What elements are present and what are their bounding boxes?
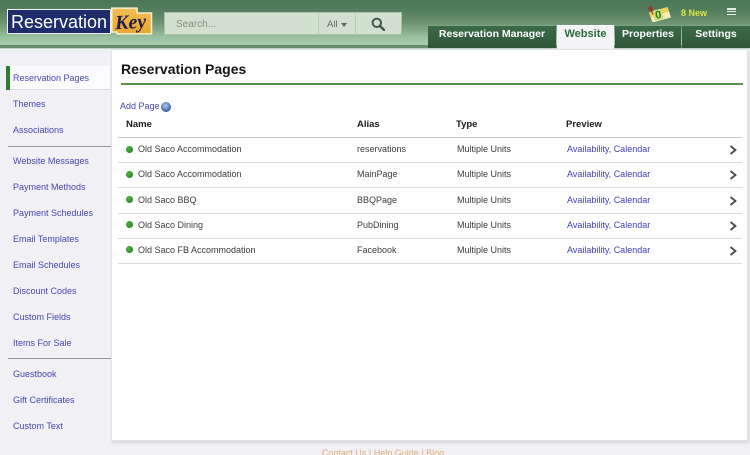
svg-text:Key: Key xyxy=(114,11,147,35)
